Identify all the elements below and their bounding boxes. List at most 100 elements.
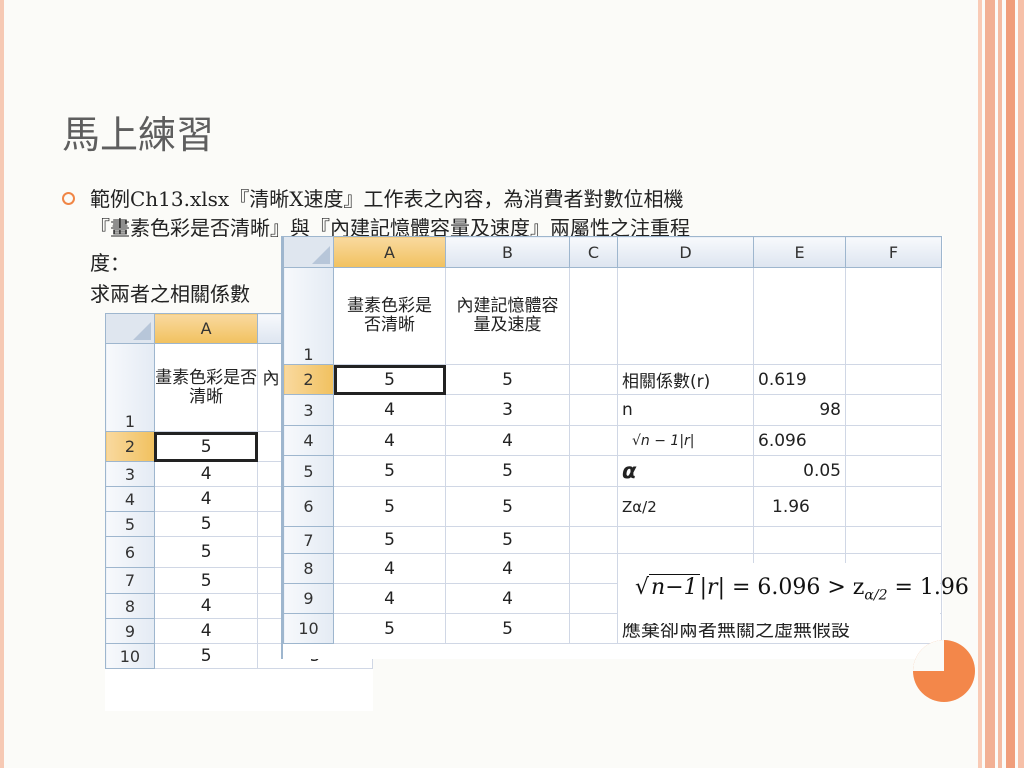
active-cell[interactable]: 5 xyxy=(333,364,446,395)
table-cell[interactable]: 3 xyxy=(445,394,570,426)
table-cell[interactable] xyxy=(617,526,754,554)
row-header[interactable]: 7 xyxy=(105,567,155,594)
table-cell[interactable]: 6.096 xyxy=(753,425,846,456)
table-cell[interactable]: 4 xyxy=(333,425,446,456)
row-header[interactable]: 4 xyxy=(105,486,155,512)
table-cell[interactable]: √n − 1|r| xyxy=(617,425,754,456)
left-edge-decoration xyxy=(0,0,4,768)
table-cell[interactable] xyxy=(569,553,618,584)
table-cell[interactable]: 4 xyxy=(153,593,259,619)
formula-abs: |r| xyxy=(699,575,725,600)
column-header[interactable]: A xyxy=(333,236,446,268)
table-cell[interactable] xyxy=(569,486,618,527)
table-cell[interactable]: 4 xyxy=(153,461,259,487)
row-header[interactable]: 9 xyxy=(105,618,155,644)
table-cell[interactable]: 4 xyxy=(445,583,570,614)
table-cell[interactable]: 5 xyxy=(445,455,570,487)
formula-radicand: n−1 xyxy=(649,574,700,600)
table-cell[interactable] xyxy=(569,583,618,614)
table-cell[interactable]: 98 xyxy=(753,394,846,426)
table-cell[interactable]: 5 xyxy=(445,364,570,395)
row-header[interactable]: 2 xyxy=(283,364,334,395)
row-header[interactable]: 1 xyxy=(105,343,155,432)
table-cell[interactable] xyxy=(569,425,618,456)
row-header[interactable]: 5 xyxy=(105,511,155,537)
right-stripe-decoration xyxy=(998,0,1002,768)
select-all-corner[interactable] xyxy=(283,236,334,268)
table-cell[interactable]: 4 xyxy=(445,425,570,456)
table-cell[interactable] xyxy=(569,526,618,554)
row-header[interactable]: 6 xyxy=(105,536,155,568)
table-cell[interactable]: 5 xyxy=(333,613,446,644)
select-all-corner[interactable] xyxy=(105,313,155,344)
row-header[interactable]: 1 xyxy=(283,267,334,365)
row-header[interactable]: 5 xyxy=(283,455,334,487)
slide-title: 馬上練習 xyxy=(62,113,215,157)
table-cell[interactable]: 4 xyxy=(153,618,259,644)
table-cell[interactable] xyxy=(569,394,618,426)
table-cell[interactable]: 內建記憶體容量及速度 xyxy=(445,267,570,365)
table-cell[interactable]: 5 xyxy=(153,511,259,537)
table-cell[interactable] xyxy=(845,364,942,395)
table-cell[interactable]: 1.96 xyxy=(753,486,846,527)
row-header[interactable]: 10 xyxy=(105,643,155,669)
table-cell[interactable] xyxy=(845,425,942,456)
bullet-text-line: 求兩者之相關係數 xyxy=(90,282,250,306)
row-header[interactable]: 3 xyxy=(105,461,155,487)
table-cell[interactable]: 5 xyxy=(445,486,570,527)
table-cell[interactable]: 4 xyxy=(333,583,446,614)
table-cell[interactable]: 4 xyxy=(445,553,570,584)
column-header[interactable]: A xyxy=(153,313,259,344)
row-header[interactable]: 9 xyxy=(283,583,334,614)
table-cell[interactable] xyxy=(617,267,754,365)
table-cell[interactable] xyxy=(569,364,618,395)
table-cell[interactable] xyxy=(845,486,942,527)
table-cell[interactable]: 5 xyxy=(153,536,259,568)
table-cell[interactable] xyxy=(845,394,942,426)
table-cell[interactable] xyxy=(569,613,618,644)
table-cell[interactable]: 5 xyxy=(445,526,570,554)
table-cell[interactable]: 4 xyxy=(333,394,446,426)
row-header[interactable]: 2 xyxy=(105,431,155,462)
row-header[interactable]: 4 xyxy=(283,425,334,456)
column-header[interactable]: D xyxy=(617,236,754,268)
row-header[interactable]: 10 xyxy=(283,613,334,644)
table-cell[interactable]: 畫素色彩是否清晰 xyxy=(333,267,446,365)
table-cell[interactable]: 4 xyxy=(153,486,259,512)
formula-rest: = 6.096 > z xyxy=(724,575,865,600)
table-cell[interactable]: n xyxy=(617,394,754,426)
table-cell[interactable]: α xyxy=(617,455,754,487)
active-cell[interactable]: 5 xyxy=(153,431,259,462)
table-cell[interactable]: 4 xyxy=(333,553,446,584)
table-cell[interactable]: 0.05 xyxy=(753,455,846,487)
table-cell[interactable]: 5 xyxy=(153,567,259,594)
column-header[interactable]: C xyxy=(569,236,618,268)
table-cell[interactable]: Zα/2 xyxy=(617,486,754,527)
table-cell[interactable]: 0.619 xyxy=(753,364,846,395)
right-stripe-decoration xyxy=(1018,0,1024,768)
row-header[interactable]: 7 xyxy=(283,526,334,554)
column-header[interactable]: F xyxy=(845,236,942,268)
column-header[interactable]: B xyxy=(445,236,570,268)
table-cell[interactable]: 5 xyxy=(333,526,446,554)
table-cell[interactable]: 畫素色彩是否清晰 xyxy=(153,343,259,432)
table-cell[interactable] xyxy=(845,455,942,487)
column-header[interactable]: E xyxy=(753,236,846,268)
table-cell[interactable]: 5 xyxy=(333,486,446,527)
decorative-circle xyxy=(913,640,975,702)
table-cell[interactable] xyxy=(845,267,942,365)
table-cell[interactable] xyxy=(845,526,942,554)
table-cell[interactable] xyxy=(753,526,846,554)
table-cell[interactable]: 5 xyxy=(153,643,259,669)
bullet-text-line: 度： xyxy=(90,251,130,275)
row-header[interactable]: 3 xyxy=(283,394,334,426)
table-cell[interactable] xyxy=(753,267,846,365)
row-header[interactable]: 6 xyxy=(283,486,334,527)
row-header[interactable]: 8 xyxy=(283,553,334,584)
table-cell[interactable]: 5 xyxy=(445,613,570,644)
table-cell[interactable] xyxy=(569,455,618,487)
row-header[interactable]: 8 xyxy=(105,593,155,619)
table-cell[interactable]: 5 xyxy=(333,455,446,487)
table-cell[interactable] xyxy=(569,267,618,365)
table-cell[interactable]: 相關係數(r) xyxy=(617,364,754,395)
